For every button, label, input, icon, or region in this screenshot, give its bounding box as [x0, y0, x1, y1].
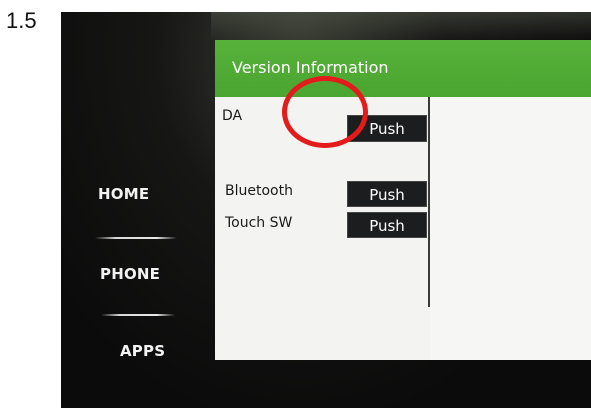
step-number: 1.5 [6, 8, 37, 33]
row-label-bluetooth: Bluetooth [225, 183, 293, 199]
title-bar: Version Information [215, 40, 591, 97]
detail-panel [430, 97, 591, 360]
apps-button[interactable]: APPS [120, 342, 165, 360]
highlight-circle [282, 76, 368, 148]
head-unit-screen: Version Information DA Push Bluetooth Pu… [215, 40, 591, 360]
bezel-glow [211, 12, 591, 42]
row-label-touch-sw: Touch SW [225, 215, 293, 231]
push-button-touch-sw[interactable]: Push [347, 212, 427, 238]
nav-divider [95, 237, 177, 239]
nav-divider [101, 314, 175, 316]
instruction-page: 1.5 HOME PHONE APPS Version Information … [0, 0, 591, 408]
list-divider [428, 97, 430, 307]
push-button-bluetooth[interactable]: Push [347, 181, 427, 207]
home-button[interactable]: HOME [98, 185, 149, 203]
screen-title: Version Information [232, 58, 389, 77]
row-label-da: DA [222, 108, 243, 124]
head-unit-photo: HOME PHONE APPS Version Information DA P… [61, 12, 591, 408]
phone-button[interactable]: PHONE [100, 265, 160, 283]
